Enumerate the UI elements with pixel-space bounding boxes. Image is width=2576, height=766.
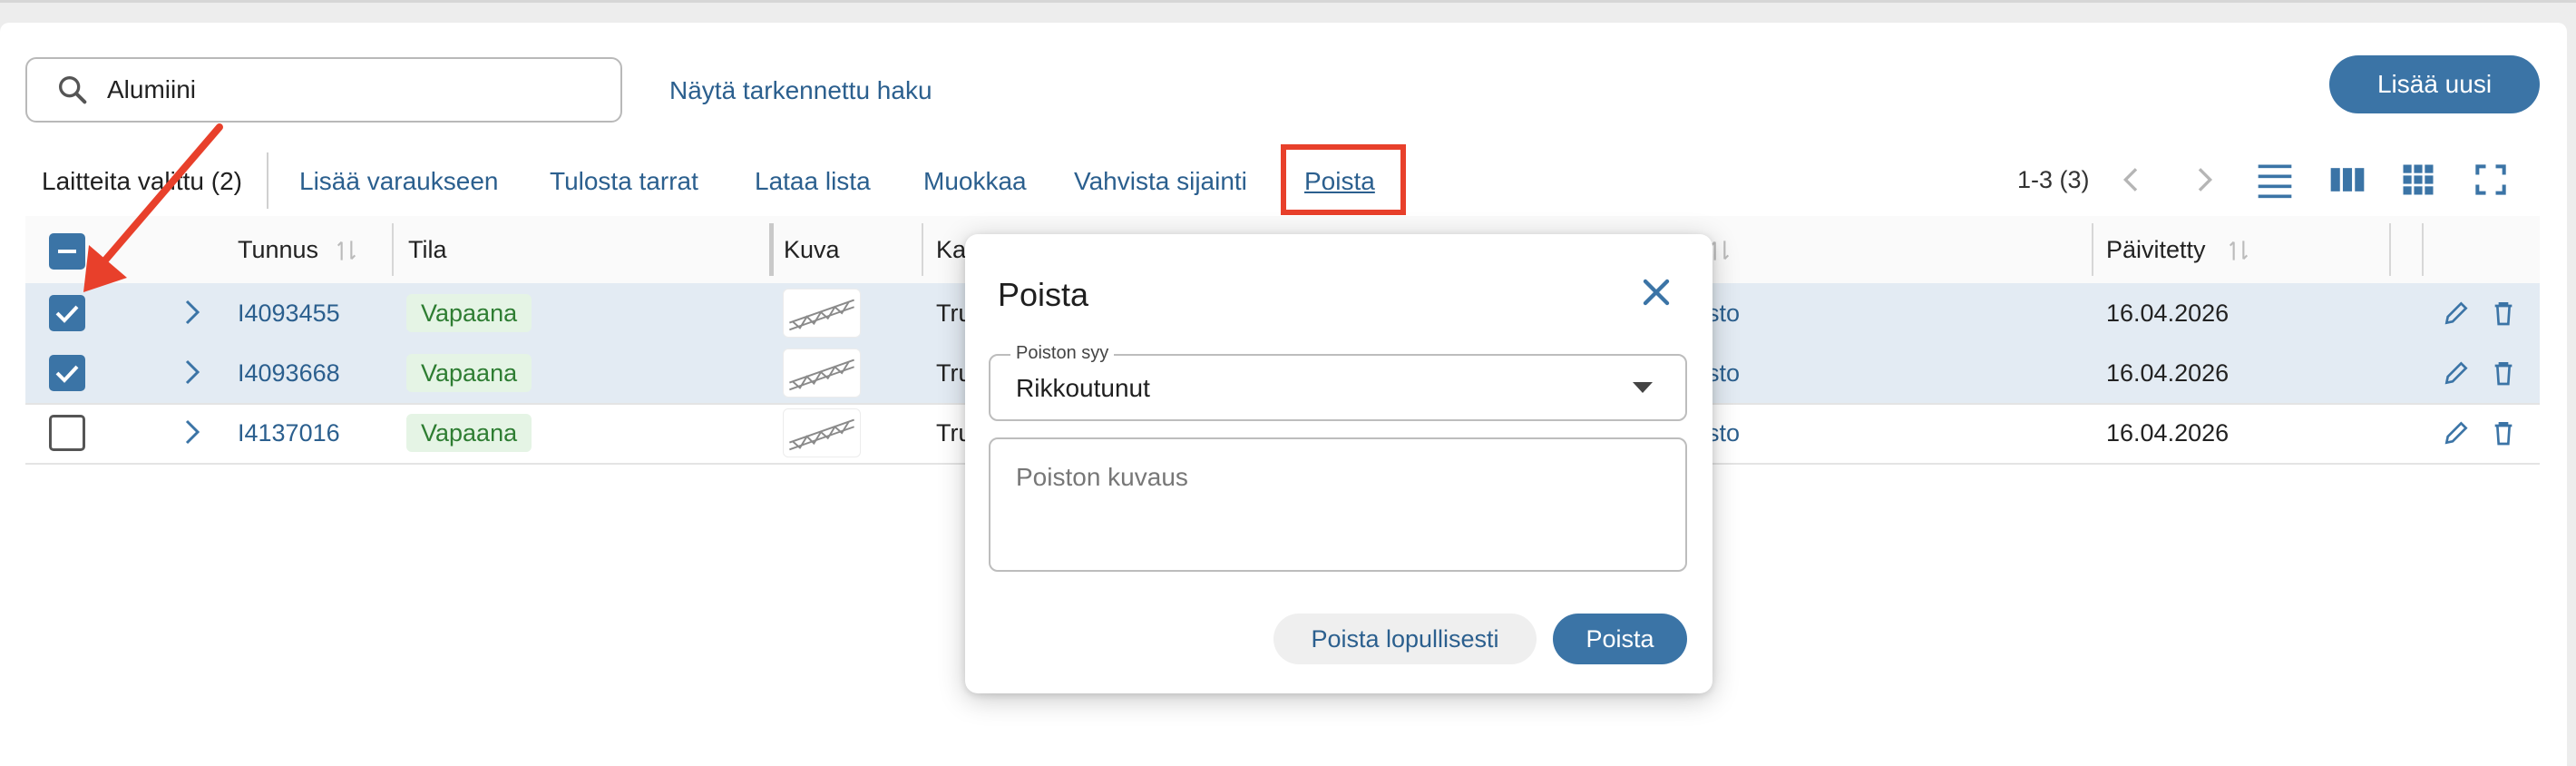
row-checkbox[interactable]	[49, 415, 85, 451]
row-id-link[interactable]: I4093668	[238, 359, 340, 388]
column-separator	[769, 223, 774, 276]
trash-icon[interactable]	[2489, 417, 2518, 449]
dialog-title: Poista	[998, 276, 1089, 313]
pagination-range: 1-3 (3)	[2017, 166, 2090, 193]
delete-toolbar-button[interactable]: Poista	[1304, 167, 1375, 196]
delete-dialog: Poista Poiston syy Rikkoutunut Poiston k…	[965, 234, 1712, 693]
select-all-checkbox[interactable]	[49, 233, 85, 270]
delete-reason-select[interactable]: Poiston syy Rikkoutunut	[989, 343, 1687, 421]
list-view-icon[interactable]	[2255, 160, 2295, 200]
column-separator	[392, 223, 394, 276]
trash-icon[interactable]	[2489, 297, 2518, 329]
header-image: Kuva	[784, 236, 840, 263]
permanent-delete-button[interactable]: Poista lopullisesti	[1273, 614, 1537, 664]
row-updated: 16.04.2026	[2106, 419, 2230, 447]
delete-reason-label: Poiston syy	[1010, 343, 1115, 364]
confirm-delete-button[interactable]: Poista	[1553, 614, 1687, 664]
row-updated: 16.04.2026	[2106, 359, 2230, 387]
status-badge: Vapaana	[406, 414, 532, 452]
row-updated: 16.04.2026	[2106, 300, 2230, 327]
truss-thumbnail	[783, 408, 861, 457]
column-separator	[922, 223, 923, 276]
header-status[interactable]: Tila	[408, 236, 447, 264]
expand-chevron-icon[interactable]	[176, 416, 209, 448]
column-separator	[2092, 223, 2093, 276]
confirm-location-button[interactable]: Vahvista sijainti	[1074, 167, 1247, 196]
header-category[interactable]: Ka	[936, 236, 966, 264]
search-input[interactable]: Alumiini	[25, 57, 622, 123]
edit-button[interactable]: Muokkaa	[923, 167, 1027, 196]
add-new-button[interactable]: Lisää uusi	[2329, 55, 2540, 113]
search-icon	[59, 76, 87, 104]
status-badge: Vapaana	[406, 354, 532, 392]
fullscreen-icon[interactable]	[2471, 160, 2511, 200]
row-checkbox[interactable]	[49, 355, 85, 391]
expand-chevron-icon[interactable]	[176, 356, 209, 388]
column-separator	[2389, 223, 2391, 276]
status-badge: Vapaana	[406, 294, 532, 332]
delete-reason-value: Rikkoutunut	[1016, 374, 1150, 402]
close-icon[interactable]	[1634, 270, 1678, 314]
delete-description-placeholder: Poiston kuvaus	[1016, 463, 1188, 491]
add-to-reservation-button[interactable]: Lisää varaukseen	[299, 167, 498, 196]
expand-chevron-icon[interactable]	[176, 296, 209, 329]
sort-icon[interactable]	[2224, 234, 2253, 267]
grid-view-icon[interactable]	[2398, 160, 2438, 200]
truss-thumbnail	[783, 349, 861, 398]
header-updated[interactable]: Päivitetty	[2106, 236, 2206, 264]
delete-description-field[interactable]: Poiston kuvaus	[989, 437, 1687, 572]
sort-icon[interactable]	[332, 234, 361, 267]
column-view-icon[interactable]	[2327, 160, 2367, 200]
truss-thumbnail	[783, 289, 861, 338]
selected-count: Laitteita valittu (2)	[42, 167, 242, 195]
header-id[interactable]: Tunnus	[238, 236, 318, 264]
trash-icon[interactable]	[2489, 357, 2518, 389]
column-separator	[2422, 223, 2424, 276]
row-id-link[interactable]: I4137016	[238, 419, 340, 447]
download-list-button[interactable]: Lataa lista	[755, 167, 871, 196]
row-checkbox[interactable]	[49, 295, 85, 331]
window-top-border	[0, 0, 2576, 3]
search-value: Alumiini	[107, 75, 197, 103]
edit-icon[interactable]	[2442, 358, 2471, 388]
advanced-search-link[interactable]: Näytä tarkennettu haku	[669, 76, 932, 105]
toolbar-divider	[267, 152, 268, 209]
chevron-left-icon[interactable]	[2113, 162, 2150, 198]
dropdown-arrow-icon[interactable]	[1631, 379, 1654, 396]
edit-icon[interactable]	[2442, 299, 2471, 328]
chevron-right-icon[interactable]	[2186, 162, 2222, 198]
row-id-link[interactable]: I4093455	[238, 300, 340, 328]
print-labels-button[interactable]: Tulosta tarrat	[550, 167, 698, 196]
edit-icon[interactable]	[2442, 418, 2471, 447]
